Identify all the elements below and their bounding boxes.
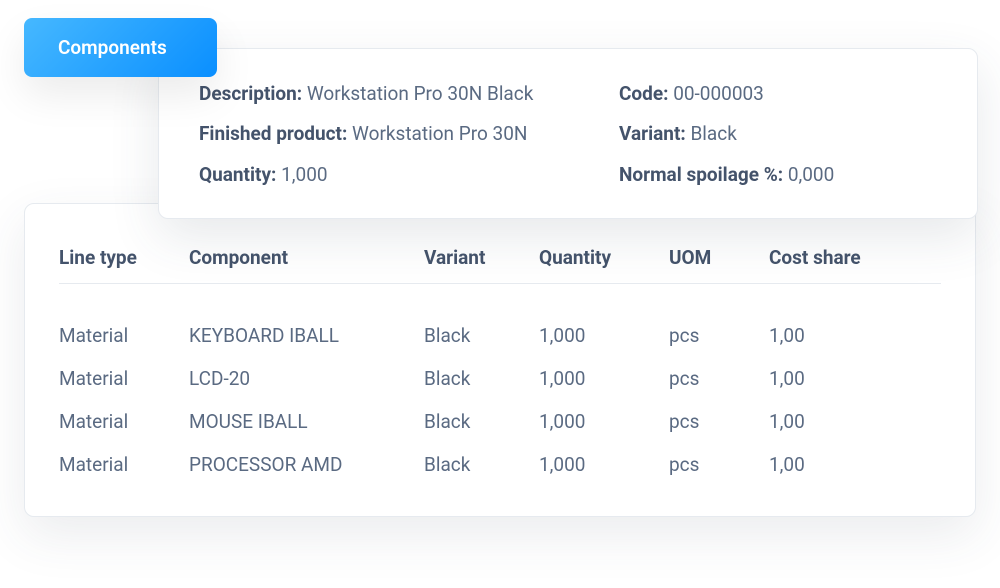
field-description: Description: Workstation Pro 30N Black [199, 79, 619, 109]
value-variant: Black [690, 122, 736, 145]
cell-variant: Black [424, 453, 539, 476]
cell-variant: Black [424, 410, 539, 433]
value-normal-spoilage: 0,000 [788, 163, 834, 186]
components-table-card: Line type Component Variant Quantity UOM… [24, 203, 976, 517]
cell-line-type: Material [59, 410, 189, 433]
col-header-cost-share: Cost share [769, 246, 941, 269]
label-quantity: Quantity: [199, 163, 276, 186]
cell-quantity: 1,000 [539, 453, 669, 476]
value-quantity: 1,000 [281, 163, 327, 186]
cell-variant: Black [424, 367, 539, 390]
cell-variant: Black [424, 324, 539, 347]
field-finished-product: Finished product: Workstation Pro 30N [199, 119, 619, 149]
label-normal-spoilage: Normal spoilage %: [619, 163, 783, 186]
col-header-variant: Variant [424, 246, 539, 269]
cell-cost-share: 1,00 [769, 324, 941, 347]
cell-line-type: Material [59, 453, 189, 476]
label-variant: Variant: [619, 122, 686, 145]
field-normal-spoilage: Normal spoilage %: 0,000 [619, 160, 937, 190]
cell-line-type: Material [59, 324, 189, 347]
cell-uom: pcs [669, 410, 769, 433]
cell-quantity: 1,000 [539, 324, 669, 347]
value-code: 00-000003 [673, 82, 764, 105]
cell-uom: pcs [669, 367, 769, 390]
cell-line-type: Material [59, 367, 189, 390]
cell-quantity: 1,000 [539, 367, 669, 390]
product-info-card: Description: Workstation Pro 30N Black C… [158, 48, 978, 219]
cell-component: KEYBOARD IBALL [189, 324, 424, 347]
table-row[interactable]: Material KEYBOARD IBALL Black 1,000 pcs … [59, 314, 941, 357]
cell-quantity: 1,000 [539, 410, 669, 433]
tab-components[interactable]: Components [24, 18, 217, 77]
label-finished-product: Finished product: [199, 122, 347, 145]
col-header-uom: UOM [669, 246, 769, 269]
table-header-row: Line type Component Variant Quantity UOM… [59, 246, 941, 284]
tab-label: Components [58, 36, 167, 59]
value-description: Workstation Pro 30N Black [307, 82, 534, 105]
cell-cost-share: 1,00 [769, 453, 941, 476]
col-header-quantity: Quantity [539, 246, 669, 269]
col-header-component: Component [189, 246, 424, 269]
cell-component: MOUSE IBALL [189, 410, 424, 433]
field-quantity: Quantity: 1,000 [199, 160, 619, 190]
field-code: Code: 00-000003 [619, 79, 937, 109]
table-row[interactable]: Material LCD-20 Black 1,000 pcs 1,00 [59, 357, 941, 400]
value-finished-product: Workstation Pro 30N [352, 122, 527, 145]
cell-cost-share: 1,00 [769, 367, 941, 390]
cell-uom: pcs [669, 453, 769, 476]
table-row[interactable]: Material PROCESSOR AMD Black 1,000 pcs 1… [59, 443, 941, 486]
cell-component: LCD-20 [189, 367, 424, 390]
label-description: Description: [199, 82, 302, 105]
cell-cost-share: 1,00 [769, 410, 941, 433]
cell-component: PROCESSOR AMD [189, 453, 424, 476]
table-row[interactable]: Material MOUSE IBALL Black 1,000 pcs 1,0… [59, 400, 941, 443]
col-header-line-type: Line type [59, 246, 189, 269]
components-table: Line type Component Variant Quantity UOM… [59, 246, 941, 486]
cell-uom: pcs [669, 324, 769, 347]
label-code: Code: [619, 82, 668, 105]
field-variant: Variant: Black [619, 119, 937, 149]
